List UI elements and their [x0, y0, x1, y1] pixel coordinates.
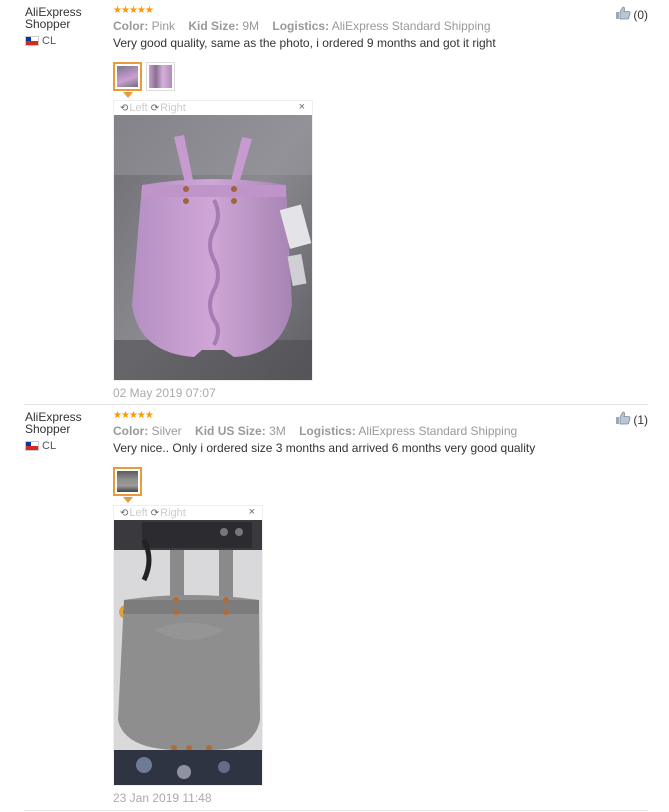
selected-pointer	[123, 92, 133, 98]
rotate-left-button[interactable]: Left	[129, 102, 147, 114]
review-item: AliExpress Shopper CL ★ ★ ★ ★ ★ Color: P…	[0, 0, 669, 404]
photo-thumbnail[interactable]	[146, 62, 175, 91]
attr-label: Logistics:	[272, 19, 330, 33]
attr-label: Kid Size:	[188, 19, 240, 33]
photo-thumbnails	[113, 62, 633, 91]
review-photo	[114, 520, 262, 785]
reviewer-country: CL	[25, 440, 110, 452]
attr-label: Color:	[113, 424, 149, 438]
close-icon[interactable]: ×	[249, 506, 255, 518]
chile-flag-icon	[25, 441, 39, 451]
review-divider	[24, 810, 648, 811]
helpful-button[interactable]: (0)	[615, 6, 648, 23]
country-code: CL	[42, 35, 57, 47]
attr-value: 3M	[269, 424, 286, 438]
attr-value: AliExpress Standard Shipping	[331, 19, 491, 33]
review-attributes: Color: Silver Kid US Size: 3M Logistics:…	[113, 424, 633, 438]
photo-thumbnails	[113, 467, 633, 496]
attr-label: Color:	[113, 19, 149, 33]
helpful-count: (1)	[633, 412, 648, 427]
star-icon: ★	[144, 5, 154, 16]
reviewer-info: AliExpress Shopper CL	[25, 411, 110, 452]
rotate-left-icon[interactable]: ⟲	[120, 508, 128, 519]
review-content: ★ ★ ★ ★ ★ Color: Silver Kid US Size: 3M …	[113, 411, 633, 805]
close-icon[interactable]: ×	[299, 101, 305, 113]
chile-flag-icon	[25, 36, 39, 46]
rotate-right-icon[interactable]: ⟳	[151, 508, 159, 519]
thumbs-up-icon	[615, 6, 631, 23]
review-item: AliExpress Shopper CL ★ ★ ★ ★ ★ Color: S…	[0, 405, 669, 809]
review-photo	[114, 115, 312, 380]
gray-romper-image	[114, 520, 262, 785]
viewer-toolbar: ⟲ Left ⟳ Right ×	[114, 506, 262, 520]
selected-pointer	[123, 497, 133, 503]
star-icon: ★	[113, 5, 122, 16]
rotate-right-button[interactable]: Right	[160, 507, 186, 519]
attr-label: Kid US Size:	[195, 424, 266, 438]
star-rating: ★ ★ ★ ★ ★	[113, 411, 633, 421]
star-icon: ★	[136, 5, 146, 16]
review-text: Very nice.. Only i ordered size 3 months…	[113, 441, 536, 455]
review-date: 23 Jan 2019 11:48	[113, 791, 212, 805]
star-rating: ★ ★ ★ ★ ★	[113, 6, 633, 16]
review-date: 02 May 2019 07:07	[113, 386, 216, 400]
pink-romper-image	[114, 115, 312, 380]
country-code: CL	[42, 440, 57, 452]
photo-viewer: ⟲ Left ⟳ Right ×	[113, 100, 313, 381]
reviewer-name: AliExpress Shopper	[25, 410, 82, 436]
star-icon: ★	[128, 410, 138, 421]
viewer-toolbar: ⟲ Left ⟳ Right ×	[114, 101, 312, 115]
photo-viewer: ⟲ Left ⟳ Right ×	[113, 505, 263, 786]
reviewer-info: AliExpress Shopper CL	[25, 6, 110, 47]
rotate-left-button[interactable]: Left	[129, 507, 147, 519]
attr-label: Logistics:	[299, 424, 356, 438]
star-icon: ★	[136, 410, 146, 421]
rotate-right-icon[interactable]: ⟳	[151, 103, 159, 114]
attr-value: AliExpress Standard Shipping	[358, 424, 518, 438]
photo-thumbnail[interactable]	[113, 467, 142, 496]
review-text: Very good quality, same as the photo, i …	[113, 36, 496, 50]
reviewer-country: CL	[25, 35, 110, 47]
attr-value: Silver	[151, 424, 182, 438]
reviewer-name: AliExpress Shopper	[25, 5, 82, 31]
thumbs-up-icon	[615, 411, 631, 428]
star-icon: ★	[128, 5, 138, 16]
attr-value: Pink	[151, 19, 176, 33]
star-icon: ★	[113, 410, 122, 421]
rotate-left-icon[interactable]: ⟲	[120, 103, 128, 114]
review-content: ★ ★ ★ ★ ★ Color: Pink Kid Size: 9M Logis…	[113, 6, 633, 400]
helpful-button[interactable]: (1)	[615, 411, 648, 428]
helpful-count: (0)	[633, 7, 648, 22]
rotate-right-button[interactable]: Right	[160, 102, 186, 114]
attr-value: 9M	[242, 19, 260, 33]
star-icon: ★	[144, 410, 154, 421]
star-icon: ★	[120, 410, 130, 421]
review-attributes: Color: Pink Kid Size: 9M Logistics: AliE…	[113, 19, 633, 33]
photo-thumbnail[interactable]	[113, 62, 142, 91]
star-icon: ★	[120, 5, 130, 16]
